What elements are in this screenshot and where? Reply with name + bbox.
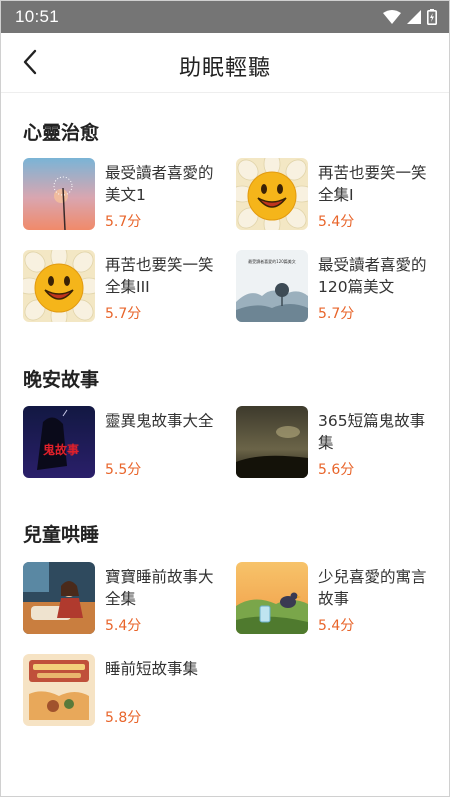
- book-cover-ghost-story: 鬼故事: [23, 406, 95, 478]
- section-title-bedtime-stories: 晚安故事: [23, 369, 100, 391]
- book-score: 5.8分: [105, 710, 142, 726]
- book-score: 5.7分: [105, 306, 142, 322]
- book-cover-smiley: [23, 250, 95, 322]
- book-title: 靈異鬼故事大全: [105, 412, 214, 430]
- status-bar: 10:51: [1, 1, 449, 33]
- book-item[interactable]: 睡前短故事集 5.8分: [23, 654, 223, 730]
- signal-icon: [407, 10, 421, 24]
- book-score: 5.4分: [318, 618, 355, 634]
- book-title: 最受讀者喜愛的120篇美文: [318, 256, 427, 296]
- book-title: 睡前短故事集: [105, 660, 199, 678]
- battery-icon: [427, 9, 437, 25]
- book-title: 最受讀者喜愛的美文1: [105, 164, 214, 204]
- book-score: 5.7分: [318, 306, 355, 322]
- book-score: 5.4分: [105, 618, 142, 634]
- book-title: 少兒喜愛的寓言故事: [318, 568, 427, 608]
- book-cover-dark-sky: [236, 406, 308, 478]
- book-item[interactable]: 鬼故事 靈異鬼故事大全 5.5分: [23, 406, 223, 482]
- book-cover-ink-landscape: 最受讀者喜愛的120篇美文: [236, 250, 308, 322]
- book-title: 寶寶睡前故事大全集: [105, 568, 214, 608]
- page-title: 助眠輕聽: [178, 56, 271, 81]
- book-score: 5.7分: [105, 214, 142, 230]
- book-item[interactable]: 最受讀者喜愛的120篇美文 最受讀者喜愛的120篇美文 5.7分: [236, 250, 436, 326]
- book-item[interactable]: 365短篇鬼故事集 5.6分: [236, 406, 436, 482]
- section-title-kids-sleep: 兒童哄睡: [23, 524, 100, 546]
- app-bar: 助眠輕聽: [1, 33, 449, 93]
- cover-caption: 鬼故事: [43, 442, 79, 457]
- wifi-icon: [383, 10, 401, 24]
- book-title: 再苦也要笑一笑全集I: [318, 164, 427, 204]
- book-item[interactable]: 再苦也要笑一笑全集III 5.7分: [23, 250, 223, 326]
- book-score: 5.6分: [318, 462, 355, 478]
- book-item[interactable]: 寶寶睡前故事大全集 5.4分: [23, 562, 223, 638]
- book-cover-smiley: [236, 158, 308, 230]
- book-item[interactable]: 再苦也要笑一笑全集I 5.4分: [236, 158, 436, 234]
- book-score: 5.4分: [318, 214, 355, 230]
- status-icons: [383, 9, 437, 25]
- app-screen: 10:51 助眠輕聽 心靈治愈 最受讀者喜愛的美文1 5.7分 再苦也要笑一笑全…: [0, 0, 450, 797]
- book-cover-dandelion: [23, 158, 95, 230]
- book-cover-bedtime-reading: [23, 562, 95, 634]
- book-item[interactable]: 最受讀者喜愛的美文1 5.7分: [23, 158, 223, 234]
- section-title-healing: 心靈治愈: [23, 122, 100, 144]
- book-cover-story-book: [23, 654, 95, 726]
- book-title: 再苦也要笑一笑全集III: [105, 256, 214, 296]
- status-time: 10:51: [15, 7, 60, 26]
- book-score: 5.5分: [105, 462, 142, 478]
- book-item[interactable]: 少兒喜愛的寓言故事 5.4分: [236, 562, 436, 638]
- cover-caption: 最受讀者喜愛的120篇美文: [248, 258, 296, 264]
- book-cover-fable-bird: [236, 562, 308, 634]
- book-title: 365短篇鬼故事集: [318, 412, 426, 452]
